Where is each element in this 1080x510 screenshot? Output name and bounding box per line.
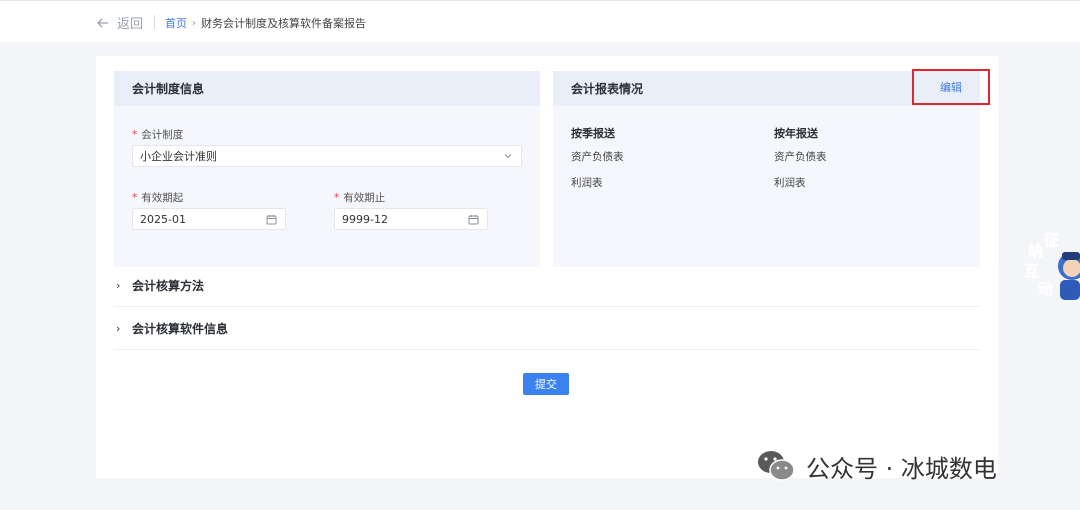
calendar-icon xyxy=(266,215,277,225)
accounting-software-section[interactable]: › 会计核算软件信息 xyxy=(114,308,980,350)
chevron-down-icon xyxy=(504,154,512,159)
watermark: 公众号 · 冰城数电 xyxy=(756,448,997,484)
wechat-icon xyxy=(758,451,795,481)
calendar-icon xyxy=(468,215,479,225)
accounting-system-panel-title: 会计制度信息 xyxy=(114,71,540,106)
financial-report-panel: 会计报表情况 编辑 按季报送 资产负债表 利润表 按年报送 资产负债表 利润表 xyxy=(553,69,990,267)
start-date-value: 2025-01 xyxy=(140,212,186,226)
widget-char: 征 xyxy=(1044,231,1059,249)
required-marker: * xyxy=(132,129,138,141)
accounting-system-value: 小企业会计准则 xyxy=(140,150,217,163)
end-date-picker[interactable]: 9999-12 xyxy=(334,208,488,230)
top-navigation-bar: 返回 首页 › 财务会计制度及核算软件备案报告 xyxy=(0,0,1080,42)
end-date-label: * 有效期止 xyxy=(334,192,386,204)
edit-button[interactable]: 编辑 xyxy=(912,69,990,105)
accounting-system-label: * 会计制度 xyxy=(132,129,184,141)
mascot-icon: 征 纳 互 动 xyxy=(1024,231,1080,300)
accounting-method-title: 会计核算方法 xyxy=(132,279,205,293)
start-date-label: * 有效期起 xyxy=(132,192,184,204)
accounting-software-title: 会计核算软件信息 xyxy=(132,322,229,336)
end-date-value: 9999-12 xyxy=(342,212,388,226)
start-date-picker[interactable]: 2025-01 xyxy=(132,208,286,230)
back-button[interactable]: 返回 xyxy=(96,13,143,32)
chevron-right-icon: › xyxy=(116,322,121,335)
breadcrumb-home-link[interactable]: 首页 xyxy=(165,15,187,31)
widget-char: 纳 xyxy=(1028,242,1043,260)
submit-button[interactable]: 提交 xyxy=(523,373,569,395)
widget-char: 动 xyxy=(1038,280,1053,298)
chevron-right-icon: › xyxy=(116,279,121,292)
annual-report-item: 利润表 xyxy=(774,177,806,189)
required-marker: * xyxy=(334,192,340,204)
financial-report-panel-title: 会计报表情况 xyxy=(571,82,644,96)
back-label: 返回 xyxy=(117,17,144,32)
financial-report-panel-header: 会计报表情况 编辑 xyxy=(553,69,990,106)
quarterly-report-item: 利润表 xyxy=(571,177,603,189)
divider xyxy=(154,15,155,29)
accounting-method-section[interactable]: › 会计核算方法 xyxy=(114,265,980,307)
breadcrumb: 首页 › 财务会计制度及核算软件备案报告 xyxy=(165,15,366,31)
breadcrumb-current: 财务会计制度及核算软件备案报告 xyxy=(201,17,366,30)
widget-char: 互 xyxy=(1024,262,1039,280)
watermark-text: 公众号 · 冰城数电 xyxy=(806,454,997,483)
taxpayer-interaction-widget[interactable]: 征 纳 互 动 xyxy=(1024,228,1080,302)
annual-report-item: 资产负债表 xyxy=(774,151,827,163)
required-marker: * xyxy=(132,192,138,204)
quarterly-report-title: 按季报送 xyxy=(571,127,615,140)
arrow-left-icon xyxy=(97,18,108,27)
quarterly-report-item: 资产负债表 xyxy=(571,151,624,163)
accounting-system-select[interactable]: 小企业会计准则 xyxy=(132,145,522,167)
annual-report-title: 按年报送 xyxy=(774,127,818,140)
accounting-system-panel: 会计制度信息 * 会计制度 小企业会计准则 * 有效期起 2025-01 * 有效期止… xyxy=(114,71,540,267)
main-card: 会计制度信息 * 会计制度 小企业会计准则 * 有效期起 2025-01 * 有效期止… xyxy=(96,56,998,478)
breadcrumb-separator-icon: › xyxy=(192,17,196,29)
